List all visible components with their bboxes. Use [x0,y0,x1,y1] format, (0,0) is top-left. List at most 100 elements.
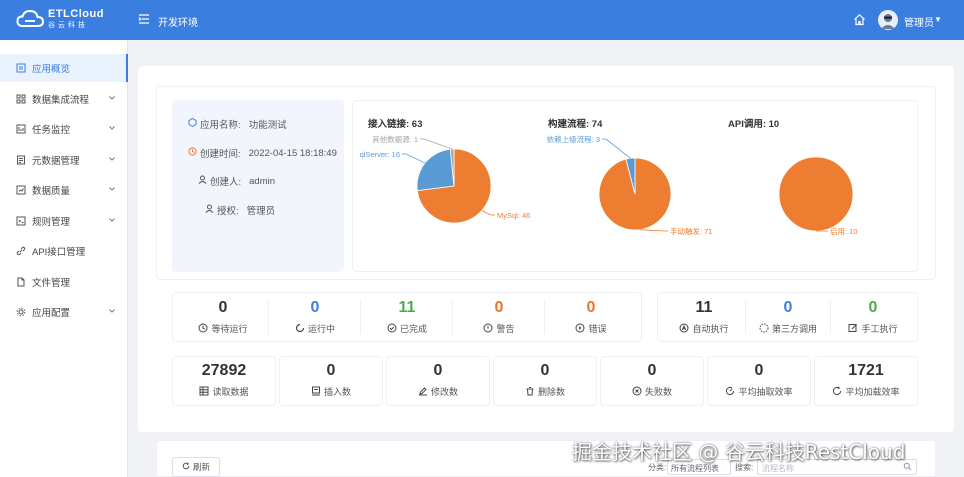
pie-leader-line [639,229,668,232]
sidebar: 应用概览 数据集成流程 任务监控 元数据管理 数据质量 规则管理 API接口管理… [0,40,128,477]
stat-label-row: 错误 [546,322,636,335]
app-icon [188,117,197,130]
stat-value: 0 [783,299,793,316]
stat-label: 错误 [588,324,607,334]
pie-leader-line [420,138,453,150]
stat-label: 等待运行 [211,324,248,334]
authorization-label: 授权: [217,206,239,217]
caret-down-icon[interactable]: ▼ [934,15,942,24]
stat-label: 手工执行 [861,324,898,334]
environment-label[interactable]: 开发环境 [158,14,198,29]
loading-icon [295,323,305,335]
chart-title-api-calls: API调用: 10 [728,119,780,130]
stat-value: 0 [326,362,336,379]
check-circle-icon [387,323,397,335]
chart-title-flows: 构建流程: 74 [548,119,603,130]
chevron-down-icon [108,124,116,135]
stat-label-row: 自动执行 [663,322,745,335]
stat-label-row: 第三方调用 [747,322,829,335]
pie-chart-flows: 手动触发: 71 依赖上级流程: 3 [547,134,713,236]
authorization-row: 授权: 管理员 [205,203,275,217]
stat-value: 0 [754,362,764,379]
sidebar-item-app-config[interactable]: 应用配置 [0,298,128,326]
pie-slice-1[interactable] [416,148,455,192]
chart-title-connections: 接入链接: 63 [368,119,423,130]
stat-label: 失败数 [644,387,672,397]
sidebar-item-label: 应用概览 [32,64,71,75]
sidebar-item-label: 应用配置 [32,308,71,319]
clock-icon [198,323,208,335]
chevron-down-icon [108,307,116,318]
stat-label: 警告 [496,324,515,334]
stat-run-4: 0 错误 [546,299,636,335]
sidebar-item-label: 数据质量 [32,186,71,197]
sidebar-item-api[interactable]: API接口管理 [0,237,128,265]
stat-value: 1721 [848,362,884,379]
stat-label: 读取数据 [212,387,249,397]
stat-value: 11 [398,299,416,316]
stat-value: 0 [586,299,596,316]
menu-toggle-icon[interactable] [138,13,150,28]
stat-label-row: 失败数 [600,385,704,398]
overview-icon [16,63,26,73]
stat-label-row: 修改数 [386,385,490,398]
stat-label: 已完成 [399,324,427,334]
home-icon[interactable] [853,13,866,29]
sidebar-item-files[interactable]: 文件管理 [0,268,128,296]
error-icon [575,323,585,335]
stat-label: 插入数 [323,387,351,397]
stat-value: 0 [494,299,504,316]
stat-label-row: 读取数据 [172,385,276,398]
auto-icon [679,323,689,335]
rule-icon [16,216,26,226]
chevron-down-icon [108,185,116,196]
pie-slice-label: qlServer: 16 [360,150,400,159]
stat-exec-1: 0 第三方调用 [747,299,829,335]
file-icon [16,277,26,287]
third-party-icon [759,323,769,335]
stat-label: 修改数 [430,387,458,397]
sidebar-item-label: 任务监控 [32,125,71,136]
pie-slice-label: 手动触发: 71 [670,226,713,236]
stat-value: 11 [695,299,713,316]
sidebar-item-task-monitor[interactable]: 任务监控 [0,115,128,143]
pie-chart-connections: MySql: 46 qlServer: 16 其他数据源: 1 [360,134,530,224]
stat-label: 第三方调用 [771,324,817,334]
table-icon [199,386,209,398]
app-logo[interactable]: ETLCloud 谷云科技 [16,9,104,29]
sidebar-item-data-quality[interactable]: 数据质量 [0,176,128,204]
metadata-icon [16,155,26,165]
created-time-label: 创建时间: [200,149,241,160]
sidebar-item-data-integration[interactable]: 数据集成流程 [0,85,128,113]
stat-label-row: 平均抽取效率 [707,385,811,398]
app-name-value: 功能测试 [248,120,287,131]
grid-icon [16,94,26,104]
stat-label: 自动执行 [692,324,729,334]
logo-subtitle: 谷云科技 [48,22,88,29]
stat-data-5: 0 平均抽取效率 [707,362,811,398]
pie-slice-label: 其他数据源: 1 [372,134,418,144]
stat-data-1: 0 插入数 [279,362,383,398]
sidebar-item-overview[interactable]: 应用概览 [0,54,128,82]
stat-label-row: 插入数 [279,385,383,398]
stat-label: 平均加载效率 [845,387,900,397]
cloud-logo-icon [16,9,44,27]
pie-slice-0[interactable] [778,156,854,232]
pie-slice-label: 启用: 10 [830,226,858,236]
sidebar-item-rules[interactable]: 规则管理 [0,207,128,235]
stat-label-row: 运行中 [270,322,360,335]
pie-leader-line [481,210,495,216]
edit-icon [418,386,428,398]
creator-value: admin [249,175,276,187]
avatar[interactable] [878,10,898,30]
stat-data-0: 27892 读取数据 [172,362,276,398]
delete-icon [525,386,535,398]
refresh-button[interactable]: 刷新 [172,457,220,477]
sidebar-item-metadata[interactable]: 元数据管理 [0,146,128,174]
user-name[interactable]: 管理员 [904,14,934,29]
stat-label: 平均抽取效率 [738,387,793,397]
stat-label-row: 等待运行 [178,322,268,335]
stat-run-3: 0 警告 [454,299,544,335]
sidebar-item-label: 规则管理 [32,217,71,228]
pie-slice-label: MySql: 46 [497,211,530,220]
